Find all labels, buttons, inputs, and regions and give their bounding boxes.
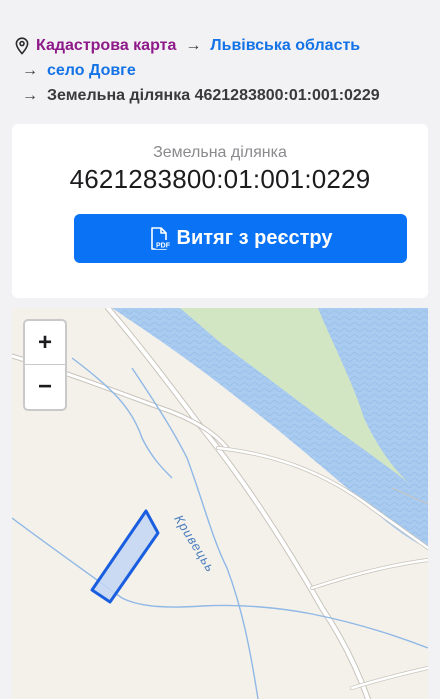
arrow-right-icon: → (185, 37, 202, 54)
arrow-right-icon: → (22, 87, 38, 104)
breadcrumb-row-2: → село Довге (22, 62, 136, 80)
breadcrumb-village-link[interactable]: село Довге (47, 62, 136, 80)
selected-parcel[interactable] (90, 509, 160, 604)
pdf-badge-text: PDF (156, 242, 171, 249)
breadcrumb-current: Земельна ділянка 4621283800:01:001:0229 (47, 87, 380, 104)
zoom-out-button[interactable]: − (25, 364, 65, 408)
registry-extract-label: Витяг з реєстру (176, 227, 333, 249)
registry-extract-button[interactable]: PDF Витяг з реєстру (74, 214, 407, 263)
map-pin-icon (15, 37, 29, 55)
breadcrumb-row-1: Кадастрова карта → Львівська область (14, 37, 360, 55)
parcel-type-label: Земельна ділянка (153, 144, 287, 161)
pdf-file-icon: PDF (150, 226, 171, 250)
breadcrumb: Кадастрова карта → Львівська область → с… (0, 0, 440, 120)
parcel-card: Земельна ділянка 4621283800:01:001:0229 … (12, 124, 428, 298)
map-canvas[interactable] (12, 308, 428, 699)
breadcrumb-row-3: → Земельна ділянка 4621283800:01:001:022… (22, 87, 380, 105)
zoom-in-button[interactable]: + (25, 321, 65, 364)
cadastral-map[interactable]: Кривецьь + − (12, 308, 428, 699)
arrow-right-icon: → (22, 62, 38, 79)
cadastral-number: 4621283800:01:001:0229 (69, 164, 371, 194)
zoom-control: + − (23, 319, 67, 411)
breadcrumb-region-link[interactable]: Львівська область (210, 37, 360, 55)
breadcrumb-root-link[interactable]: Кадастрова карта (36, 37, 176, 55)
